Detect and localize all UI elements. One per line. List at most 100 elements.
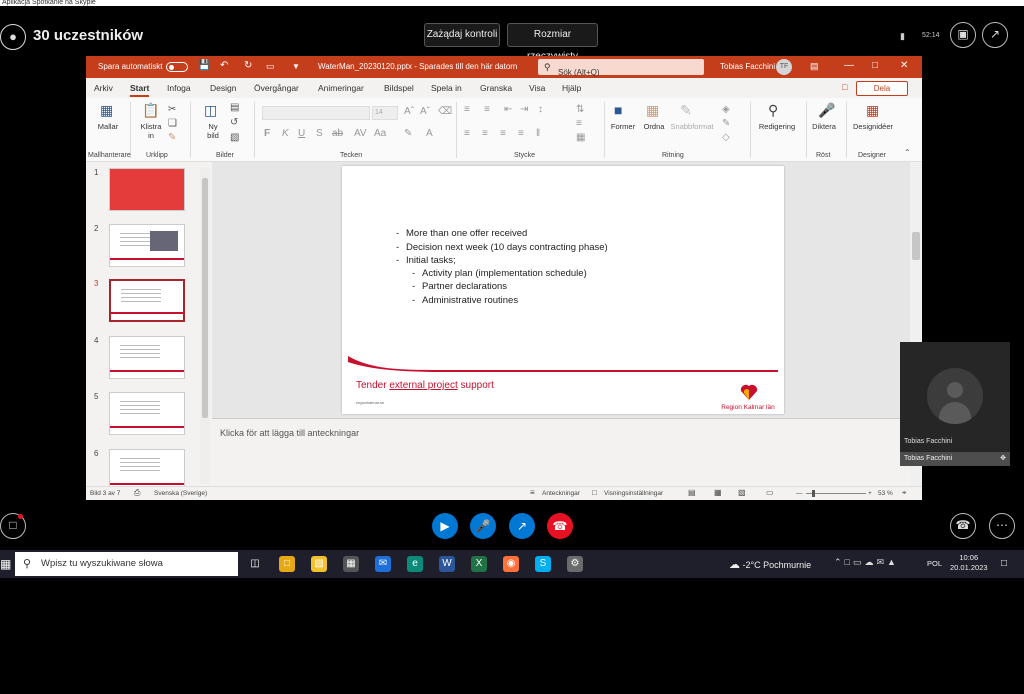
zoom-slider[interactable] <box>806 493 866 494</box>
zoom-slider-thumb[interactable] <box>812 490 815 497</box>
quick-styles-label[interactable]: Snabbformat <box>668 122 716 131</box>
close-icon[interactable]: ✕ <box>900 60 908 71</box>
tab-design[interactable]: Design <box>210 83 236 93</box>
hangup-button[interactable]: ☎ <box>547 513 573 539</box>
shape-outline-icon[interactable]: ✎ <box>722 118 730 129</box>
shapes-icon[interactable]: ■ <box>614 102 622 118</box>
tab-infoga[interactable]: Infoga <box>167 83 191 93</box>
align-right-icon[interactable]: ≡ <box>500 128 506 139</box>
new-slide-icon[interactable]: ◫ <box>204 102 217 119</box>
clear-format-icon[interactable]: ⌫ <box>438 106 452 117</box>
font-name-box[interactable] <box>262 106 370 120</box>
slide-thumbnail-6[interactable] <box>109 449 185 486</box>
tab-animeringar[interactable]: Animeringar <box>318 83 364 93</box>
thumbnail-scroll-thumb[interactable] <box>202 178 208 418</box>
actual-size-button[interactable]: Rozmiar rzeczywisty <box>507 23 598 62</box>
view-settings[interactable]: Visningsinställningar <box>604 490 663 497</box>
strikethrough-icon[interactable]: ab <box>332 128 343 139</box>
decrease-indent-icon[interactable]: ⇤ <box>504 104 512 115</box>
sub-bullet-text[interactable]: Partner declarations <box>422 281 507 292</box>
arrange-icon[interactable]: ▦ <box>646 102 659 119</box>
slide-scroll-thumb[interactable] <box>912 232 920 260</box>
move-icon[interactable]: ✥ <box>1000 452 1006 466</box>
shape-effects-icon[interactable]: ◇ <box>722 132 730 143</box>
file-explorer-icon[interactable]: ▧ <box>311 556 327 572</box>
align-left-icon[interactable]: ≡ <box>464 128 470 139</box>
templates-icon[interactable]: ▦ <box>100 102 113 119</box>
excel-icon[interactable]: X <box>471 556 487 572</box>
request-control-button[interactable]: Zażądaj kontroli <box>424 23 500 47</box>
normal-view-icon[interactable]: ▤ <box>688 488 696 497</box>
cut-icon[interactable]: ✂ <box>168 104 176 115</box>
numbering-icon[interactable]: ≡ <box>484 104 490 115</box>
design-ideas-label[interactable]: Designidéer <box>848 122 898 131</box>
start-icon[interactable]: ▦ <box>0 556 11 572</box>
slideshow-view-icon[interactable]: ▭ <box>766 488 774 497</box>
comment-icon[interactable]: □ <box>842 82 847 92</box>
copy-icon[interactable]: ❏ <box>168 118 177 129</box>
bullet-text[interactable]: More than one offer received <box>406 228 527 239</box>
tab-overgangar[interactable]: Övergångar <box>254 83 299 93</box>
fit-slide-icon[interactable]: ⌖ <box>902 488 907 498</box>
task-view-icon[interactable]: ◫ <box>247 556 263 572</box>
sorter-view-icon[interactable]: ▦ <box>714 488 722 497</box>
slide-footer-title[interactable]: Tender external project support <box>356 380 494 391</box>
zoom-level[interactable]: 53 % <box>878 490 893 497</box>
new-slide-label[interactable]: Ny bild <box>200 122 226 140</box>
increase-indent-icon[interactable]: ⇥ <box>520 104 528 115</box>
notes-placeholder[interactable]: Klicka för att lägga till anteckningar <box>220 428 359 438</box>
notes-icon[interactable]: ≡ <box>530 488 535 497</box>
format-painter-icon[interactable]: ✎ <box>168 132 176 143</box>
justify-icon[interactable]: ≡ <box>518 128 524 139</box>
zoom-in-icon[interactable]: + <box>868 490 872 497</box>
line-spacing-icon[interactable]: ↕ <box>538 104 543 115</box>
app-icon[interactable]: ⚙ <box>567 556 583 572</box>
firefox-icon[interactable]: ◉ <box>503 556 519 572</box>
taskbar-clock[interactable]: 10:06 20.01.2023 <box>950 553 988 573</box>
bullet-text[interactable]: Initial tasks; <box>406 255 456 266</box>
dictate-label[interactable]: Diktera <box>808 122 840 131</box>
change-case-icon[interactable]: Aa <box>374 128 386 139</box>
view-settings-icon[interactable]: □ <box>592 488 597 497</box>
input-language[interactable]: POL <box>927 559 942 568</box>
slide-thumbnail-5[interactable] <box>109 392 185 435</box>
qat-dropdown-icon[interactable]: ▼ <box>292 62 300 71</box>
tab-granska[interactable]: Granska <box>480 83 512 93</box>
tab-bildspel[interactable]: Bildspel <box>384 83 414 93</box>
dictate-icon[interactable]: 🎤 <box>818 102 835 119</box>
present-icon[interactable]: ▭ <box>266 61 275 72</box>
video-button[interactable]: ▶ <box>432 513 458 539</box>
word-icon[interactable]: W <box>439 556 455 572</box>
zoom-out-icon[interactable]: — <box>796 490 803 497</box>
align-text-icon[interactable]: ≡ <box>576 118 582 129</box>
mail-icon[interactable]: ✉ <box>375 556 391 572</box>
design-ideas-icon[interactable]: ▦ <box>866 102 879 119</box>
tab-arkiv[interactable]: Arkiv <box>94 83 113 93</box>
underline-icon[interactable]: U <box>298 128 305 139</box>
shrink-font-icon[interactable]: Aˇ <box>420 106 430 117</box>
autosave-toggle[interactable] <box>166 62 188 72</box>
font-color-icon[interactable]: A <box>426 128 433 139</box>
share-screen-button[interactable]: ↗ <box>509 513 535 539</box>
slide-thumbnail-4[interactable] <box>109 336 185 379</box>
minimize-icon[interactable]: — <box>844 60 854 71</box>
fullscreen-icon[interactable]: ↗ <box>982 22 1008 48</box>
tab-visa[interactable]: Visa <box>529 83 545 93</box>
edge-icon[interactable]: e <box>407 556 423 572</box>
participants-count[interactable]: 30 uczestników <box>33 27 143 44</box>
editing-label[interactable]: Redigering <box>756 122 798 131</box>
self-video-tile[interactable]: Tobias Facchini Tobias Facchini ✥ <box>900 342 1010 466</box>
save-icon[interactable]: 💾 <box>198 60 210 71</box>
tab-hjalp[interactable]: Hjälp <box>562 83 581 93</box>
accessibility-icon[interactable]: ⎙ <box>134 488 140 498</box>
arrange-label[interactable]: Ordna <box>640 122 668 131</box>
user-avatar[interactable]: TF <box>776 59 792 75</box>
editing-icon[interactable]: ⚲ <box>768 102 778 119</box>
skype-icon[interactable]: S <box>535 556 551 572</box>
tab-start[interactable]: Start <box>130 83 150 97</box>
participants-icon[interactable]: ● <box>0 24 26 50</box>
more-options-icon[interactable]: ⋯ <box>989 513 1015 539</box>
notifications-icon[interactable]: □ <box>996 556 1012 572</box>
collapse-ribbon-icon[interactable]: ⌃ <box>904 148 911 157</box>
mute-button[interactable]: 🎤 <box>470 513 496 539</box>
